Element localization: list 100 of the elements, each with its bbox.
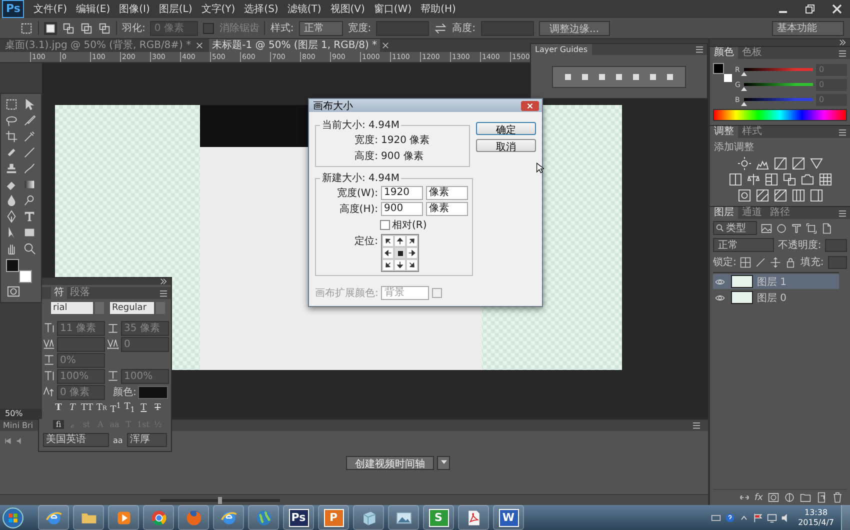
fill-field[interactable] [828,256,847,268]
text-style-button[interactable]: T [53,403,64,413]
unit-select[interactable]: 像素 [426,202,468,216]
selection-mode-icon[interactable] [80,22,93,34]
font-family-select[interactable]: rial [51,302,93,314]
scales-icon[interactable] [746,173,760,186]
overlapping-squares-icon[interactable] [782,173,796,186]
menu-item[interactable]: 视图(V) [326,1,369,17]
selection-mode-icon[interactable] [44,22,57,34]
trash-icon[interactable] [832,492,843,503]
opentype-button[interactable]: fi [53,420,64,428]
panel-menu-icon[interactable] [695,46,704,53]
menu-item[interactable]: 滤镜(T) [283,1,326,17]
mask-icon[interactable] [768,492,779,503]
height-input[interactable]: 900 [381,202,423,216]
padlock-icon[interactable] [785,256,796,268]
unit-select[interactable]: 像素 [426,186,468,200]
layer-row[interactable]: 图层 1 [713,274,839,289]
panel-tab[interactable]: 段落 [67,287,93,299]
font-style-select[interactable]: Regular [110,302,154,314]
checker-icon[interactable] [740,256,752,268]
anchor-cell[interactable] [406,235,418,247]
taskbar-app-button[interactable] [213,505,244,530]
text-style-button[interactable]: T [152,403,164,413]
background-color-swatch[interactable] [724,74,732,82]
panel-tab[interactable]: 通道 [738,207,766,219]
menu-item[interactable]: 编辑(E) [72,1,114,17]
lollipop-icon[interactable] [23,194,36,207]
close-icon[interactable] [830,4,844,14]
blend-mode-select[interactable]: 正常 [713,238,774,252]
color-spectrum[interactable] [713,109,847,121]
arrow-icon[interactable] [23,98,36,111]
antialias-select[interactable]: 浑厚 [126,433,167,447]
panel-tab[interactable]: 色板 [738,47,766,59]
style-select[interactable]: 正常 [298,20,343,36]
anchor-cell[interactable] [382,247,394,259]
document-tab[interactable]: 未标题-1 @ 50% (图层 1, RGB/8) * [209,39,380,52]
taskbar-app-button[interactable]: P [318,505,349,530]
taskbar-app-button[interactable]: S [423,505,454,530]
panel-tab[interactable]: Mini Bri [0,420,36,431]
brush-icon[interactable] [23,146,36,159]
taskbar-app-button[interactable] [143,505,174,530]
close-button[interactable] [521,100,539,110]
taskbar-app-button[interactable] [388,505,419,530]
panel-tab[interactable]: 路径 [766,207,794,219]
text-style-button[interactable]: T [138,403,150,413]
height-field[interactable] [480,20,534,36]
document-tab[interactable]: 桌面(3.1).jpg @ 50% (背景, RGB/8#) * [2,39,194,52]
anchor-cell[interactable] [406,259,418,271]
relative-checkbox[interactable] [380,220,390,230]
type-tool-icon[interactable] [791,222,802,234]
slider-thumb[interactable] [741,87,747,91]
pen-icon[interactable] [5,210,18,223]
sun-icon[interactable] [738,157,750,170]
taskbar-app-button[interactable]: W [493,505,524,530]
swap-arrows-icon[interactable] [434,22,448,34]
kerning-field[interactable] [57,336,105,352]
triangle-icon[interactable] [810,157,822,170]
type-tool-icon[interactable] [23,210,36,223]
menu-item[interactable]: 窗口(W) [370,1,416,17]
brush-icon[interactable] [755,256,766,268]
curve-icon[interactable] [774,157,786,170]
move-cross-icon[interactable] [770,256,782,268]
zoom-level[interactable]: 50% [0,409,42,419]
create-timeline-button[interactable]: 创建视频时间轴 [346,456,434,470]
eyedropper-icon[interactable] [23,130,36,143]
close-icon[interactable] [196,42,204,49]
menu-item[interactable]: 图层(L) [154,1,196,17]
skip-back-icon[interactable] [4,437,12,445]
foreground-color-swatch[interactable] [713,63,724,74]
menu-item[interactable]: 图像(I) [115,1,154,17]
width-input[interactable]: 1920 [381,186,423,200]
panel-tab[interactable]: 符 [51,287,67,299]
help-icon[interactable] [725,512,736,522]
panel-menu-icon[interactable] [838,128,847,136]
anchor-cell[interactable] [394,235,406,247]
text-style-button[interactable]: Tr [96,403,108,413]
text-style-button[interactable]: T [67,403,78,413]
width-field[interactable] [376,20,430,36]
dashed-square-icon[interactable] [5,98,18,111]
anchor-cell[interactable] [382,259,394,271]
crop-icon[interactable] [5,130,18,143]
panel-menu-icon[interactable] [159,290,168,296]
start-orb-icon[interactable] [2,506,24,528]
taskbar-app-button[interactable] [178,505,209,530]
slider-thumb[interactable] [741,72,747,76]
dashed-square-icon[interactable] [20,22,33,34]
ok-button[interactable]: 确定 [476,122,536,135]
background-color-swatch[interactable] [19,270,32,283]
menu-item[interactable]: 文件(F) [29,1,71,17]
cancel-button[interactable]: 取消 [476,139,536,152]
lasso-icon[interactable] [5,114,18,127]
taskbar-app-button[interactable] [248,505,279,530]
grid-icon[interactable] [818,173,832,186]
anchor-cell[interactable] [382,235,394,247]
rectangle-icon[interactable] [23,226,36,239]
dropdown-button[interactable] [437,456,450,470]
workspace-select[interactable]: 基本功能 [772,20,844,36]
taskbar-app-button[interactable] [73,505,104,530]
eye-icon[interactable] [715,278,725,284]
